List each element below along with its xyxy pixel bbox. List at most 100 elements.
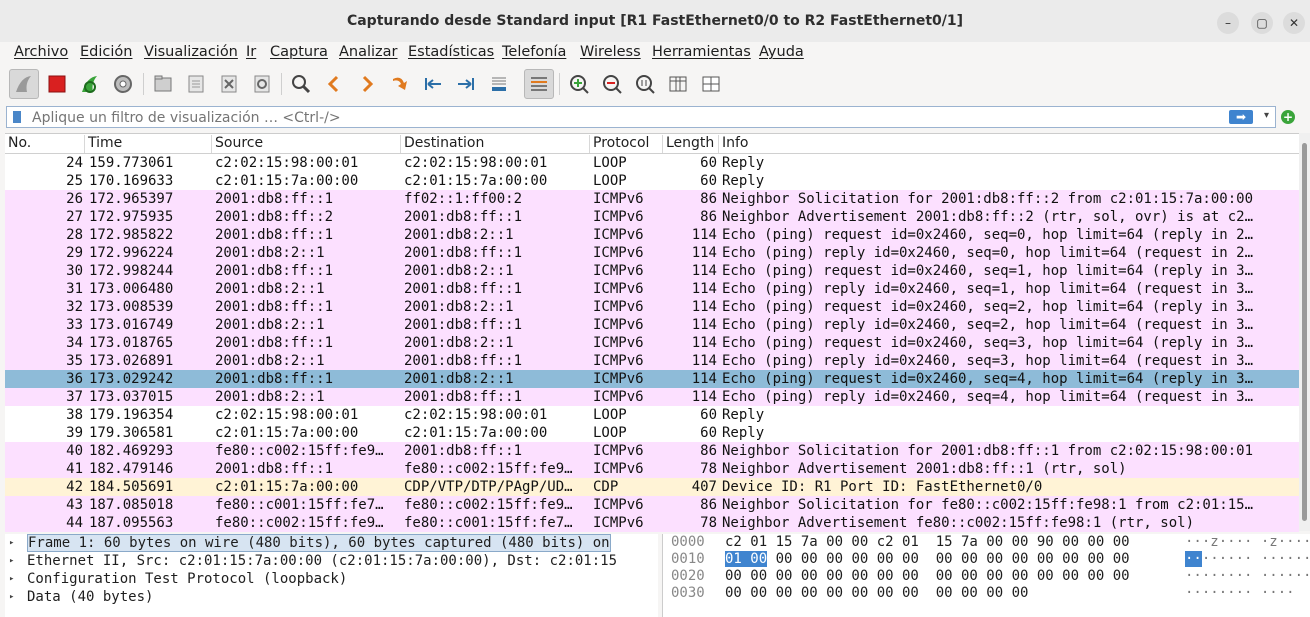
capture-options-icon[interactable] [108, 69, 138, 99]
auto-scroll-icon[interactable] [484, 69, 514, 99]
menu-ir[interactable]: Ir [246, 44, 256, 60]
bytes-row[interactable]: 0020 00 00 00 00 00 00 00 00 00 00 00 00 … [663, 568, 1310, 585]
packet-row[interactable]: 36 173.029242 2001:db8:ff::1 2001:db8:2::1 I… [5, 370, 1299, 388]
resize-columns-icon[interactable] [663, 69, 693, 99]
bytes-offset: 0000 [671, 534, 705, 550]
packet-time-cell: 159.773061 [89, 155, 174, 171]
packet-src-cell: fe80::c002:15ff:fe9… [215, 515, 384, 531]
packet-row[interactable]: 30 172.998244 2001:db8:ff::1 2001:db8:2::1 I… [5, 262, 1299, 280]
packet-no-cell: 41 [66, 461, 83, 477]
menu-herramientas[interactable]: Herramientas [652, 44, 751, 60]
menu-captura[interactable]: Captura [270, 44, 328, 60]
normal-size-icon[interactable] [630, 69, 660, 99]
detail-text: Data (40 bytes) [27, 589, 154, 605]
packet-row[interactable]: 43 187.085018 fe80::c001:15ff:fe7… fe80::c0… [5, 496, 1299, 514]
menu-estadisticas[interactable]: Estadísticas [408, 44, 494, 60]
menu-wireless[interactable]: Wireless [580, 44, 641, 60]
detail-tree-item[interactable]: ▸ Data (40 bytes) [5, 588, 658, 606]
packet-dst-cell: fe80::c002:15ff:fe9… [404, 497, 573, 513]
bytes-row[interactable]: 0000 c2 01 15 7a 00 00 c2 01 15 7a 00 00 … [663, 534, 1310, 551]
packet-row[interactable]: 29 172.996224 2001:db8:2::1 2001:db8:ff::1 I… [5, 244, 1299, 262]
go-forward-icon[interactable] [352, 69, 382, 99]
packet-row[interactable]: 26 172.965397 2001:db8:ff::1 ff02::1:ff00:2… [5, 190, 1299, 208]
packet-dst-cell: 2001:db8:ff::1 [404, 281, 523, 297]
reload-file-icon[interactable] [247, 69, 277, 99]
packet-row[interactable]: 35 173.026891 2001:db8:2::1 2001:db8:ff::1 I… [5, 352, 1299, 370]
col-time[interactable]: Time [85, 135, 212, 153]
find-packet-icon[interactable] [286, 69, 316, 99]
bytes-hex-text: 00 00 00 00 00 00 00 00 00 00 00 00 [725, 585, 1029, 601]
display-filter-input[interactable] [30, 109, 1214, 127]
menu-telefonia[interactable]: Telefonía [502, 44, 566, 60]
packet-no-cell: 39 [66, 425, 83, 441]
bytes-hex-text: c2 01 15 7a 00 00 c2 01 15 7a 00 00 90 0… [725, 534, 1130, 550]
expand-arrow-icon[interactable]: ▸ [9, 588, 14, 606]
col-source[interactable]: Source [212, 135, 401, 153]
detail-tree-item[interactable]: ▸ Configuration Test Protocol (loopback) [5, 570, 658, 588]
menu-edicion[interactable]: Edición [80, 44, 132, 60]
close-button[interactable]: ✕ [1283, 12, 1305, 34]
go-back-icon[interactable] [319, 69, 349, 99]
packet-row[interactable]: 27 172.975935 2001:db8:ff::2 2001:db8:ff::1… [5, 208, 1299, 226]
apply-filter-icon[interactable]: ➡ [1229, 110, 1253, 124]
packet-dst-cell: 2001:db8:ff::1 [404, 317, 523, 333]
packet-len-cell: 60 [700, 173, 717, 189]
col-destination[interactable]: Destination [401, 135, 590, 153]
col-length[interactable]: Length [663, 135, 719, 153]
packet-row[interactable]: 28 172.985822 2001:db8:ff::1 2001:db8:2::1 I… [5, 226, 1299, 244]
bytes-row[interactable]: 0010 01 00 00 00 00 00 00 00 00 00 00 00 … [663, 551, 1310, 568]
menu-analizar[interactable]: Analizar [339, 44, 398, 60]
packet-row[interactable]: 34 173.018765 2001:db8:ff::1 2001:db8:2::1 I… [5, 334, 1299, 352]
packet-rows: 24 159.773061 c2:02:15:98:00:01 c2:02:15:98… [5, 154, 1299, 532]
layout-columns-icon[interactable] [696, 69, 726, 99]
colorize-icon[interactable] [524, 69, 554, 99]
packet-info-cell: Echo (ping) reply id=0x2460, seq=2, hop … [722, 317, 1254, 333]
scrollbar-thumb[interactable] [1302, 143, 1307, 521]
shark-fin-icon[interactable] [9, 69, 39, 99]
menu-ayuda[interactable]: Ayuda [759, 44, 804, 60]
packet-row[interactable]: 39 179.306581 c2:01:15:7a:00:00 c2:01:15:7a… [5, 424, 1299, 442]
save-file-icon[interactable] [181, 69, 211, 99]
col-info[interactable]: Info [719, 135, 1299, 153]
bytes-ascii-text: ···z···· ·z······ [1185, 534, 1310, 550]
open-file-icon[interactable] [148, 69, 178, 99]
packet-row[interactable]: 44 187.095563 fe80::c002:15ff:fe9… fe80::c0… [5, 514, 1299, 532]
restart-capture-icon[interactable] [75, 69, 105, 99]
expand-arrow-icon[interactable]: ▸ [9, 552, 14, 570]
packet-row[interactable]: 37 173.037015 2001:db8:2::1 2001:db8:ff::1 I… [5, 388, 1299, 406]
close-file-icon[interactable] [214, 69, 244, 99]
bytes-hex-highlight: 01 00 [725, 551, 768, 567]
first-packet-icon[interactable] [418, 69, 448, 99]
menu-archivo[interactable]: Archivo [14, 44, 68, 60]
col-no[interactable]: No. [5, 135, 85, 153]
expand-arrow-icon[interactable]: ▸ [9, 570, 14, 588]
add-filter-button[interactable]: + [1281, 110, 1295, 124]
detail-tree-item[interactable]: ▸ Frame 1: 60 bytes on wire (480 bits), 6… [5, 534, 658, 552]
last-packet-icon[interactable] [451, 69, 481, 99]
bookmark-icon[interactable] [13, 111, 21, 123]
packet-row[interactable]: 31 173.006480 2001:db8:2::1 2001:db8:ff::1 I… [5, 280, 1299, 298]
packet-row[interactable]: 40 182.469293 fe80::c002:15ff:fe9… 2001:db8… [5, 442, 1299, 460]
detail-tree-item[interactable]: ▸ Ethernet II, Src: c2:01:15:7a:00:00 (c2… [5, 552, 658, 570]
packet-list-scrollbar[interactable] [1299, 133, 1310, 531]
packet-row[interactable]: 42 184.505691 c2:01:15:7a:00:00 CDP/VTP/DTP… [5, 478, 1299, 496]
zoom-in-icon[interactable] [564, 69, 594, 99]
packet-row[interactable]: 33 173.016749 2001:db8:2::1 2001:db8:ff::1 I… [5, 316, 1299, 334]
bytes-row[interactable]: 0030 00 00 00 00 00 00 00 00 00 00 00 00 ·… [663, 585, 1310, 602]
packet-row[interactable]: 25 170.169633 c2:01:15:7a:00:00 c2:01:15:7a… [5, 172, 1299, 190]
menu-visualizacion[interactable]: Visualización [144, 44, 238, 60]
packet-row[interactable]: 38 179.196354 c2:02:15:98:00:01 c2:02:15:98… [5, 406, 1299, 424]
packet-row[interactable]: 24 159.773061 c2:02:15:98:00:01 c2:02:15:98… [5, 154, 1299, 172]
zoom-out-icon[interactable] [597, 69, 627, 99]
go-to-packet-icon[interactable] [385, 69, 415, 99]
minimize-button[interactable]: – [1217, 12, 1239, 34]
packet-time-cell: 172.985822 [89, 227, 174, 243]
col-protocol[interactable]: Protocol [590, 135, 663, 153]
packet-row[interactable]: 41 182.479146 2001:db8:ff::1 fe80::c002:15f… [5, 460, 1299, 478]
packet-row[interactable]: 32 173.008539 2001:db8:ff::1 2001:db8:2::1 I… [5, 298, 1299, 316]
filter-history-dropdown[interactable]: ▾ [1264, 110, 1269, 121]
maximize-button[interactable]: ▢ [1251, 12, 1273, 34]
packet-dst-cell: 2001:db8:ff::1 [404, 353, 523, 369]
stop-capture-icon[interactable] [42, 69, 72, 99]
expand-arrow-icon[interactable]: ▸ [9, 534, 14, 552]
